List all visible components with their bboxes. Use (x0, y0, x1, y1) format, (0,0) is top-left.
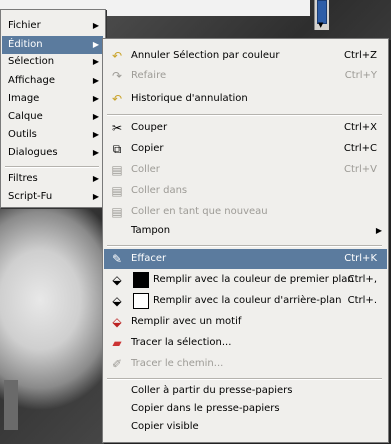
fg-color-swatch (133, 272, 149, 288)
menu-item-buffer[interactable]: Tampon ▶ (104, 221, 387, 241)
copy-icon: ⧉ (112, 142, 122, 156)
menu-item-paste-as-new[interactable]: ▤ Coller en tant que nouveau (104, 202, 387, 222)
menu-item-copy-visible[interactable]: Copier visible (104, 417, 387, 437)
menu-separator (5, 166, 99, 168)
image-menu: Fichier ▶ Édition ▶ Sélection ▶ Affichage ▶ … (0, 9, 106, 208)
undo-history-icon: ↶ (111, 92, 123, 106)
bucket-fill-icon: ⬙ (112, 294, 122, 308)
menu-separator (107, 114, 382, 116)
paste-icon: ▤ (111, 163, 123, 177)
submenu-arrow-icon: ▶ (92, 130, 99, 139)
menu-item-stroke-selection[interactable]: ▰ Tracer la sélection... (104, 333, 387, 353)
menu-item-copy-to-clipboard[interactable]: Copier dans le presse-papiers (104, 399, 387, 419)
scissors-icon: ✂ (111, 121, 123, 135)
submenu-arrow-icon: ▶ (92, 174, 99, 183)
paste-as-new-icon: ▤ (111, 205, 123, 219)
submenu-arrow-icon: ▶ (92, 112, 99, 121)
menu-item-paste-into[interactable]: ▤ Coller dans (104, 181, 387, 201)
menu-script-fu[interactable]: Script-Fu ▶ (2, 188, 103, 206)
camera-strap (4, 380, 18, 430)
submenu-arrow-icon: ▶ (92, 21, 99, 30)
menu-affichage[interactable]: Affichage ▶ (2, 72, 103, 90)
redo-icon: ↷ (111, 69, 123, 83)
menu-edition[interactable]: Édition ▶ (2, 36, 103, 54)
menu-separator (107, 378, 382, 380)
menu-item-undo-history[interactable]: ↶ Historique d'annulation (104, 89, 387, 109)
menu-image[interactable]: Image ▶ (2, 90, 103, 108)
menu-item-stroke-path[interactable]: ✐ Tracer le chemin... (104, 354, 387, 374)
menu-item-redo[interactable]: ↷ Refaire Ctrl+Y (104, 66, 387, 86)
submenu-arrow-icon: ▶ (92, 94, 99, 103)
menu-item-undo[interactable]: ↶ Annuler Sélection par couleur Ctrl+Z (104, 46, 387, 66)
submenu-arrow-icon: ▶ (92, 40, 99, 49)
menu-item-copy[interactable]: ⧉ Copier Ctrl+C (104, 139, 387, 159)
menu-item-fill-pattern[interactable]: ⬙ Remplir avec un motif (104, 312, 387, 332)
submenu-arrow-icon: ▶ (92, 76, 99, 85)
menu-dialogues[interactable]: Dialogues ▶ (2, 144, 103, 162)
stroke-path-icon: ✐ (111, 357, 123, 371)
menu-outils[interactable]: Outils ▶ (2, 126, 103, 144)
eraser-icon: ✎ (111, 252, 123, 266)
menu-item-fill-fg[interactable]: ⬙ Remplir avec la couleur de premier pla… (104, 270, 387, 290)
menu-separator (107, 245, 382, 247)
menu-item-paste-from-clipboard[interactable]: Coller à partir du presse-papiers (104, 381, 387, 401)
menu-item-fill-bg[interactable]: ⬙ Remplir avec la couleur d'arrière-plan… (104, 291, 387, 311)
submenu-arrow-icon: ▶ (92, 57, 99, 66)
pattern-fill-icon: ⬙ (112, 315, 122, 329)
submenu-arrow-icon: ▶ (375, 226, 382, 235)
scroll-down-arrow-icon[interactable]: ▼ (318, 21, 323, 29)
bg-color-swatch (133, 293, 149, 309)
edit-submenu: ↶ Annuler Sélection par couleur Ctrl+Z ↷… (102, 38, 389, 443)
menu-calque[interactable]: Calque ▶ (2, 108, 103, 126)
vertical-scrollbar[interactable]: ▼ (314, 0, 329, 30)
menu-selection[interactable]: Sélection ▶ (2, 53, 103, 71)
menu-item-cut[interactable]: ✂ Couper Ctrl+X (104, 118, 387, 138)
menu-item-paste[interactable]: ▤ Coller Ctrl+V (104, 160, 387, 180)
stroke-selection-icon: ▰ (112, 336, 122, 350)
menu-item-clear[interactable]: ✎ Effacer Ctrl+K (104, 249, 387, 269)
menu-fichier[interactable]: Fichier ▶ (2, 17, 103, 35)
paste-into-icon: ▤ (111, 184, 123, 198)
submenu-arrow-icon: ▶ (92, 192, 99, 201)
submenu-arrow-icon: ▶ (92, 148, 99, 157)
bucket-fill-icon: ⬙ (112, 273, 122, 287)
menu-filtres[interactable]: Filtres ▶ (2, 170, 103, 188)
undo-icon: ↶ (111, 49, 123, 63)
